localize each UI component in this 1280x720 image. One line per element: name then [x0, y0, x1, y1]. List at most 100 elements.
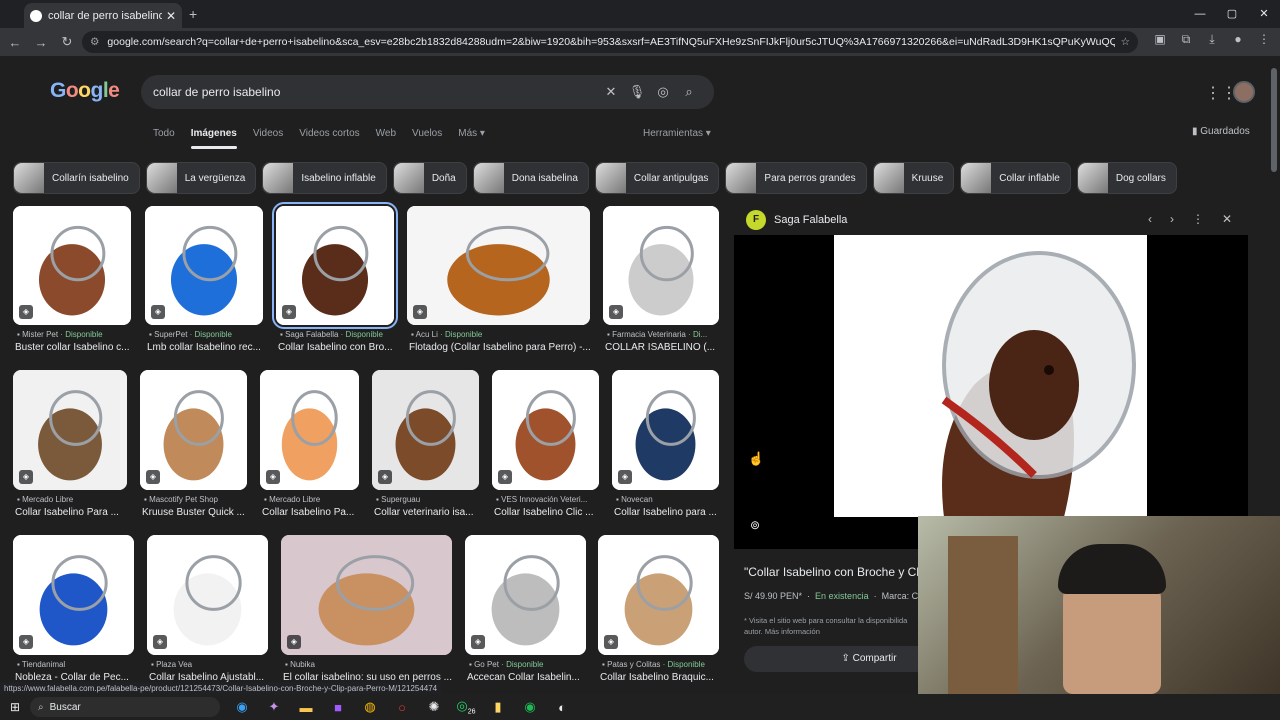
result-caption[interactable]: Collar Isabelino Para ...: [15, 507, 133, 518]
chip[interactable]: Doña: [392, 162, 467, 194]
tab-todo[interactable]: Todo: [153, 128, 175, 139]
chip[interactable]: Collarín isabelino: [13, 162, 140, 194]
result-caption[interactable]: Collar Isabelino Clic ...: [494, 507, 605, 518]
scrollbar-thumb[interactable]: [1271, 68, 1277, 172]
result-source[interactable]: ▪ Mercado Libre: [17, 495, 131, 504]
result-source[interactable]: ▪ Superguau: [376, 495, 483, 504]
result-caption[interactable]: Collar Isabelino Braquic...: [600, 672, 725, 683]
result-image[interactable]: ◈: [465, 535, 586, 655]
obs-icon[interactable]: ◐: [546, 700, 578, 715]
search-input[interactable]: collar de perro isabelino: [153, 85, 598, 99]
chatgpt-icon[interactable]: ✺: [418, 699, 450, 715]
browser-tab[interactable]: collar de perro isabelino - Busc ✕: [24, 3, 182, 28]
tab-close-icon[interactable]: ✕: [166, 9, 176, 23]
result-caption[interactable]: Accecan Collar Isabelin...: [467, 672, 592, 683]
avatar[interactable]: [1233, 81, 1255, 103]
forward-icon[interactable]: →: [30, 35, 52, 50]
tab-mas[interactable]: Más ▾: [458, 128, 485, 139]
result-caption[interactable]: COLLAR ISABELINO (...: [605, 342, 725, 353]
menu-icon[interactable]: ⋮: [1256, 32, 1272, 47]
chip[interactable]: Para perros grandes: [725, 162, 867, 194]
lens-icon[interactable]: ◎: [650, 84, 676, 100]
result-image[interactable]: ◈: [407, 206, 590, 325]
chip[interactable]: Collar antipulgas: [594, 162, 720, 194]
result-image[interactable]: ◈: [13, 535, 134, 655]
close-window-button[interactable]: ✕: [1248, 0, 1280, 28]
result-caption[interactable]: Flotadog (Collar Isabelino para Perro) -…: [409, 342, 596, 353]
result-caption[interactable]: Collar Isabelino con Bro...: [278, 342, 400, 353]
result-source[interactable]: ▪ VES Innovación Veteri...: [496, 495, 603, 504]
result-source[interactable]: ▪ Nubika: [285, 660, 456, 669]
result-caption[interactable]: Buster collar Isabelino c...: [15, 342, 137, 353]
app-icon[interactable]: ■: [322, 700, 354, 715]
extension-icon[interactable]: ▣: [1152, 32, 1168, 47]
result-image[interactable]: ◈: [13, 370, 127, 490]
site-info-icon[interactable]: ⚙: [90, 36, 99, 48]
chip[interactable]: Dog collars: [1076, 162, 1177, 194]
bookmark-star-icon[interactable]: ☆: [1121, 36, 1130, 48]
tab-vuelos[interactable]: Vuelos: [412, 128, 442, 139]
file-explorer-icon[interactable]: ▬: [290, 700, 322, 715]
result-source[interactable]: ▪ Plaza Vea: [151, 660, 272, 669]
result-image[interactable]: ◈: [612, 370, 719, 490]
tab-videos-cortos[interactable]: Videos cortos: [299, 128, 359, 139]
result-image[interactable]: ◈: [603, 206, 719, 325]
panel-title[interactable]: "Collar Isabelino con Broche y Cl: [744, 565, 919, 579]
result-image[interactable]: ◈: [281, 535, 452, 655]
tab-videos[interactable]: Videos: [253, 128, 283, 139]
result-source[interactable]: ▪ Go Pet · Disponible: [469, 660, 590, 669]
more-options-icon[interactable]: ⋮: [1192, 212, 1204, 226]
reload-icon[interactable]: ↻: [56, 34, 78, 50]
minimize-button[interactable]: —: [1184, 0, 1216, 28]
windows-start-icon[interactable]: ⊞: [0, 700, 30, 714]
result-image[interactable]: ◈: [140, 370, 247, 490]
saved-button[interactable]: ▮ Guardados: [1192, 126, 1250, 137]
maximize-button[interactable]: ▢: [1216, 0, 1248, 28]
puzzle-icon[interactable]: ⧉: [1178, 32, 1194, 47]
close-icon[interactable]: ✕: [1222, 212, 1232, 226]
search-box[interactable]: collar de perro isabelino ✕ 🎙 ◎ ⌕: [141, 75, 714, 109]
taskbar-search[interactable]: ⌕ Buscar: [30, 697, 220, 717]
chip[interactable]: Collar inflable: [960, 162, 1071, 194]
edge-icon[interactable]: ◉: [226, 699, 258, 715]
result-source[interactable]: ▪ Mascotify Pet Shop: [144, 495, 251, 504]
result-source[interactable]: ▪ Tiendanimal: [17, 660, 138, 669]
new-tab-button[interactable]: +: [189, 6, 197, 22]
tab-imagenes[interactable]: Imágenes: [190, 128, 237, 149]
microphone-icon[interactable]: 🎙: [624, 84, 650, 100]
result-image[interactable]: ◈: [272, 202, 398, 329]
search-icon[interactable]: ⌕: [676, 84, 702, 100]
result-caption[interactable]: Collar Isabelino Pa...: [262, 507, 365, 518]
visual-search-icon[interactable]: ⊚: [750, 518, 760, 532]
whatsapp-icon[interactable]: ◎26: [450, 698, 482, 716]
result-image[interactable]: ◈: [492, 370, 599, 490]
next-icon[interactable]: ›: [1170, 212, 1174, 226]
profile-icon[interactable]: ●: [1230, 32, 1246, 47]
result-caption[interactable]: Collar veterinario isa...: [374, 507, 485, 518]
sticky-notes-icon[interactable]: ▮: [482, 699, 514, 715]
result-source[interactable]: ▪ Saga Falabella · Disponible: [280, 330, 398, 339]
tools-button[interactable]: Herramientas ▾: [643, 128, 711, 139]
clear-icon[interactable]: ✕: [598, 84, 624, 100]
chrome-icon[interactable]: ◍: [354, 699, 386, 715]
result-caption[interactable]: Kruuse Buster Quick ...: [142, 507, 253, 518]
chip[interactable]: Kruuse: [872, 162, 955, 194]
previous-icon[interactable]: ‹: [1148, 212, 1152, 226]
google-logo[interactable]: Google: [50, 79, 120, 103]
site-name[interactable]: Saga Falabella: [774, 214, 847, 226]
result-source[interactable]: ▪ SuperPet · Disponible: [149, 330, 267, 339]
spotify-icon[interactable]: ◉: [514, 699, 546, 715]
url-text[interactable]: google.com/search?q=collar+de+perro+isab…: [107, 36, 1114, 48]
result-source[interactable]: ▪ Novecan: [616, 495, 723, 504]
result-image[interactable]: ◈: [13, 206, 131, 325]
chip[interactable]: Dona isabelina: [472, 162, 589, 194]
tab-web[interactable]: Web: [376, 128, 396, 139]
result-source[interactable]: ▪ Mister Pet · Disponible: [17, 330, 135, 339]
result-image[interactable]: ◈: [372, 370, 479, 490]
result-source[interactable]: ▪ Patas y Colitas · Disponible: [602, 660, 723, 669]
result-caption[interactable]: Lmb collar Isabelino rec...: [147, 342, 269, 353]
result-source[interactable]: ▪ Acu Li · Disponible: [411, 330, 594, 339]
result-image[interactable]: ◈: [598, 535, 719, 655]
url-bar[interactable]: ⚙ google.com/search?q=collar+de+perro+is…: [82, 31, 1138, 53]
chip[interactable]: La vergüenza: [145, 162, 257, 194]
